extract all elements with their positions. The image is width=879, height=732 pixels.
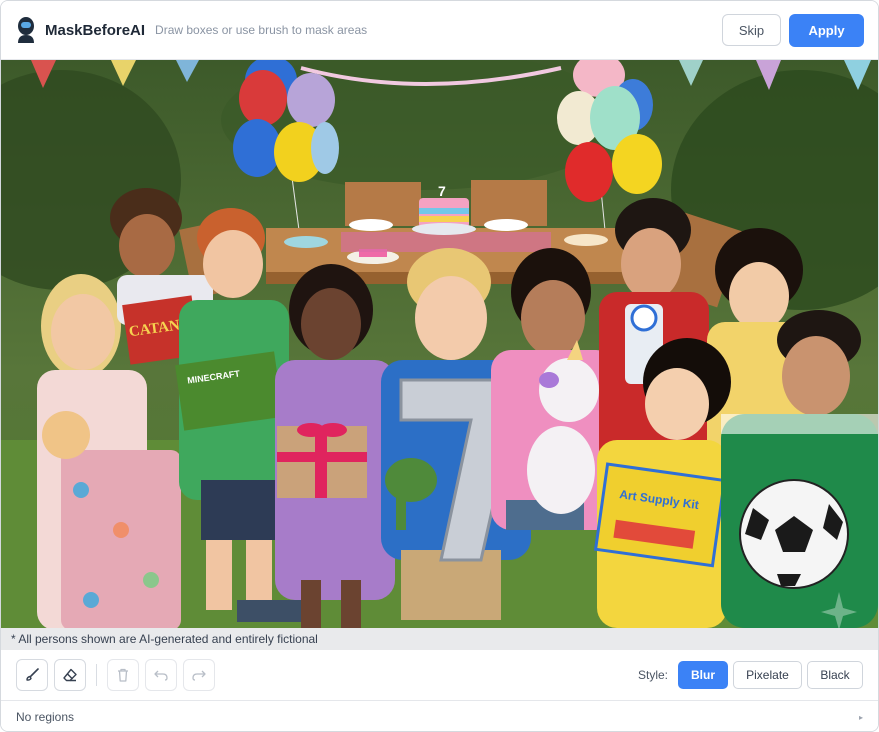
- unicorn-toy: [539, 358, 599, 422]
- minecraft-box: [175, 351, 284, 431]
- app-subtitle: Draw boxes or use brush to mask areas: [155, 23, 368, 37]
- child-face: [415, 276, 487, 360]
- child-face: [51, 294, 115, 370]
- eraser-icon: [63, 668, 77, 682]
- logo-icon: [18, 17, 34, 43]
- child-face: [645, 368, 709, 440]
- undo-button[interactable]: [145, 659, 177, 691]
- cake-number: 7: [438, 183, 446, 199]
- chair: [345, 182, 421, 226]
- apply-button[interactable]: Apply: [789, 13, 864, 47]
- eraser-tool-button[interactable]: [54, 659, 86, 691]
- disclaimer-bar: * All persons shown are AI-generated and…: [1, 628, 878, 650]
- toolbar-divider: [96, 664, 97, 686]
- child-face: [621, 228, 681, 300]
- delete-button[interactable]: [107, 659, 139, 691]
- child-face: [119, 214, 175, 278]
- style-blur-button[interactable]: Blur: [678, 661, 728, 689]
- image-canvas[interactable]: 7 CATAN MINECRAFT Art Supply Kit: [1, 60, 878, 628]
- brush-tool-button[interactable]: [16, 659, 48, 691]
- child-face: [782, 336, 850, 416]
- doll: [42, 411, 90, 459]
- party-photo: 7 CATAN MINECRAFT Art Supply Kit: [1, 60, 878, 628]
- style-label: Style:: [637, 668, 668, 682]
- undo-icon: [154, 670, 168, 681]
- dinosaur-toy: [385, 458, 437, 502]
- skip-button[interactable]: Skip: [722, 14, 781, 46]
- app-title: MaskBeforeAI: [45, 21, 146, 39]
- redo-button[interactable]: [183, 659, 215, 691]
- child-face: [729, 262, 789, 330]
- child-face: [301, 288, 361, 360]
- toolbar: Style: Blur Pixelate Black: [1, 650, 878, 700]
- child-face: [203, 230, 263, 298]
- disclaimer-text: * All persons shown are AI-generated and…: [11, 632, 318, 646]
- style-black-button[interactable]: Black: [807, 661, 863, 689]
- style-pixelate-button[interactable]: Pixelate: [733, 661, 802, 689]
- header-bar: MaskBeforeAI Draw boxes or use brush to …: [1, 1, 878, 60]
- art-kit-box: [593, 462, 727, 568]
- mask-editor-window: MaskBeforeAI Draw boxes or use brush to …: [0, 0, 879, 732]
- chevron-right-icon[interactable]: ▸: [859, 713, 863, 722]
- regions-status-text: No regions: [16, 710, 75, 724]
- redo-icon: [192, 670, 206, 681]
- trash-icon: [118, 668, 128, 682]
- status-bar: No regions ▸: [1, 700, 878, 731]
- brush-icon: [26, 668, 39, 681]
